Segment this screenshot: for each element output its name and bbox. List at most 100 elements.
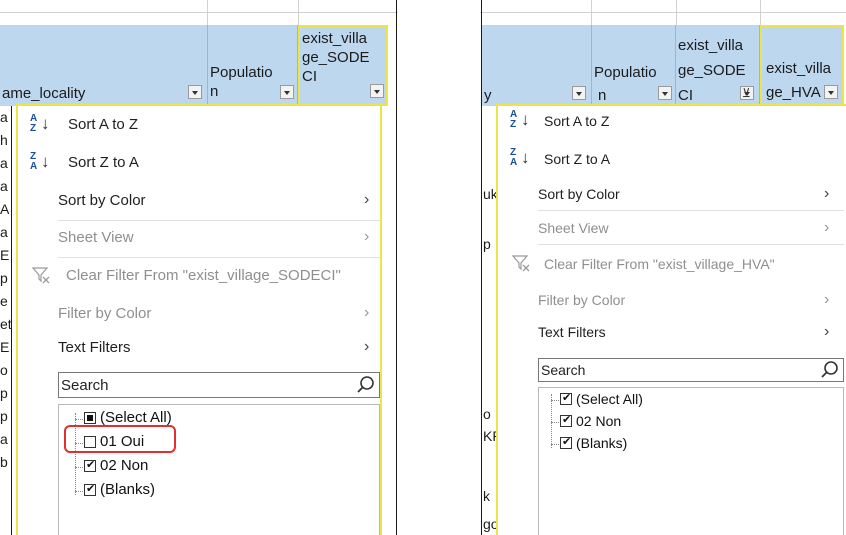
filter-dropdown-button[interactable]: [572, 86, 586, 100]
cell-fragment: a: [0, 224, 8, 240]
search-icon: [357, 376, 374, 393]
right-excel-panel: y Populatio n exist_villa ge_SODE CI ⊻ e…: [480, 0, 846, 535]
left-excel-panel: ame_locality Populatio n exist_villa ge_…: [0, 0, 398, 535]
header-label-line2: n: [210, 83, 219, 100]
filter-dropdown-button[interactable]: [280, 85, 294, 99]
sheet-view[interactable]: Sheet View: [58, 229, 134, 246]
checkbox-02-non[interactable]: ✔: [84, 459, 96, 472]
grid-line: [298, 0, 299, 25]
header-label-line2: ge_HVA: [766, 84, 821, 101]
header-exist-village-sodeci: exist_villa ge_SODE CI ⊻: [676, 25, 760, 106]
header-label-line2: n: [598, 87, 607, 104]
sort-by-color[interactable]: Sort by Color: [58, 192, 146, 209]
filter-value-list: ✔ (Select All) ✔ 02 Non ✔ (Blanks): [538, 387, 844, 535]
chevron-right-icon: ›: [824, 185, 830, 202]
clear-filter[interactable]: Clear Filter From "exist_village_SODECI": [66, 267, 341, 284]
cell-fragment: E: [0, 247, 10, 263]
filter-applied-button[interactable]: ⊻: [740, 86, 754, 100]
checkbox-label: (Blanks): [576, 435, 628, 451]
clear-filter-icon: [512, 255, 530, 272]
cell-fragment: e: [0, 293, 8, 309]
tree-line: [75, 419, 83, 420]
filter-by-color[interactable]: Filter by Color: [538, 292, 625, 308]
header-label-line3: CI: [302, 68, 317, 85]
clear-filter[interactable]: Clear Filter From "exist_village_HVA": [544, 256, 775, 272]
sort-z-to-a[interactable]: Sort Z to A: [544, 151, 610, 167]
sort-descending-icon: Z A ↓: [510, 147, 530, 168]
filter-dropdown-button[interactable]: [658, 86, 672, 100]
search-placeholder: Search: [61, 377, 109, 394]
filter-dropdown-button[interactable]: [370, 84, 384, 98]
checkbox-label: (Select All): [576, 391, 643, 407]
header-population: Populatio n: [592, 25, 676, 106]
filter-by-color[interactable]: Filter by Color: [58, 305, 151, 322]
sort-descending-icon: Z A ↓: [30, 151, 50, 172]
header-label-line3: CI: [678, 87, 693, 104]
tree-line: [551, 400, 559, 401]
chevron-right-icon: ›: [824, 291, 830, 308]
chevron-right-icon: ›: [364, 228, 370, 245]
chevron-right-icon: ›: [364, 304, 370, 321]
tree-line: [75, 491, 83, 492]
sort-by-color[interactable]: Sort by Color: [538, 186, 620, 202]
cell-column: a h a a A a E p e et E o p p a b: [0, 106, 12, 535]
grid-line: [207, 0, 208, 25]
cell-fragment: p: [483, 236, 491, 252]
header-name-locality: y: [482, 25, 592, 106]
menu-separator: [58, 220, 380, 221]
cell-fragment: a: [0, 178, 8, 194]
sort-a-to-z[interactable]: Sort A to Z: [544, 113, 609, 129]
checkbox-blanks[interactable]: ✔: [560, 436, 572, 449]
menu-separator: [538, 210, 844, 211]
search-icon: [821, 361, 838, 378]
red-highlight-box: [64, 425, 176, 453]
checkbox-blanks[interactable]: ✔: [84, 483, 96, 496]
cell-fragment: A: [0, 201, 10, 217]
sheet-view[interactable]: Sheet View: [538, 220, 609, 236]
search-input[interactable]: Search: [58, 372, 380, 398]
filter-menu: A Z ↓ Sort A to Z Z A ↓ Sort Z to A Sort by …: [16, 104, 382, 535]
filter-value-list: (Select All) 01 Oui ✔ 02 Non ✔ (Blanks): [58, 404, 380, 535]
header-label-line1: Populatio: [210, 64, 273, 81]
checkbox-select-all[interactable]: ✔: [560, 392, 572, 405]
checkbox-select-all[interactable]: [84, 412, 96, 424]
filter-dropdown-button[interactable]: [188, 85, 202, 99]
header-label-line1: exist_villa: [302, 30, 368, 47]
header-label-line2: ge_SODE: [678, 62, 746, 79]
sort-a-to-z[interactable]: Sort A to Z: [68, 116, 138, 133]
sort-ascending-icon: A Z ↓: [510, 109, 530, 130]
header-label: ame_locality: [2, 85, 86, 102]
filter-dropdown-button[interactable]: [824, 85, 838, 99]
clear-filter-icon: [32, 267, 50, 284]
cell-fragment: o: [0, 362, 8, 378]
grid-line: [480, 12, 846, 13]
cell-fragment: b: [0, 454, 8, 470]
cell-fragment: et: [0, 316, 12, 332]
menu-separator: [538, 244, 844, 245]
header-name-locality: ame_locality: [0, 25, 208, 106]
header-label-line2: ge_SODE: [302, 49, 370, 66]
header-label-line1: exist_villa: [766, 60, 832, 77]
text-filters[interactable]: Text Filters: [58, 339, 131, 356]
filter-menu: A Z ↓ Sort A to Z Z A ↓ Sort Z to A Sort by …: [496, 104, 846, 535]
cell-fragment: p: [0, 385, 8, 401]
cell-fragment: h: [0, 132, 8, 148]
checkbox-02-non[interactable]: ✔: [560, 414, 572, 427]
checkbox-label: 02 Non: [576, 413, 622, 429]
cell-fragment: o: [483, 406, 491, 422]
cell-fragment: a: [0, 155, 8, 171]
grid-line: [0, 12, 398, 13]
header-exist-village-sodeci: exist_villa ge_SODE CI: [298, 25, 388, 106]
sort-z-to-a[interactable]: Sort Z to A: [68, 154, 139, 171]
header-label-line1: exist_villa: [678, 37, 744, 54]
panel-border: [396, 0, 397, 535]
cell-fragment: p: [0, 408, 8, 424]
header-label-line1: Populatio: [594, 64, 657, 81]
text-filters[interactable]: Text Filters: [538, 324, 606, 340]
sort-ascending-icon: A Z ↓: [30, 113, 50, 134]
cell-fragment: p: [0, 270, 8, 286]
header-label: y: [484, 87, 492, 104]
menu-separator: [58, 257, 380, 258]
cell-fragment: a: [0, 109, 8, 125]
search-input[interactable]: Search: [538, 358, 844, 382]
